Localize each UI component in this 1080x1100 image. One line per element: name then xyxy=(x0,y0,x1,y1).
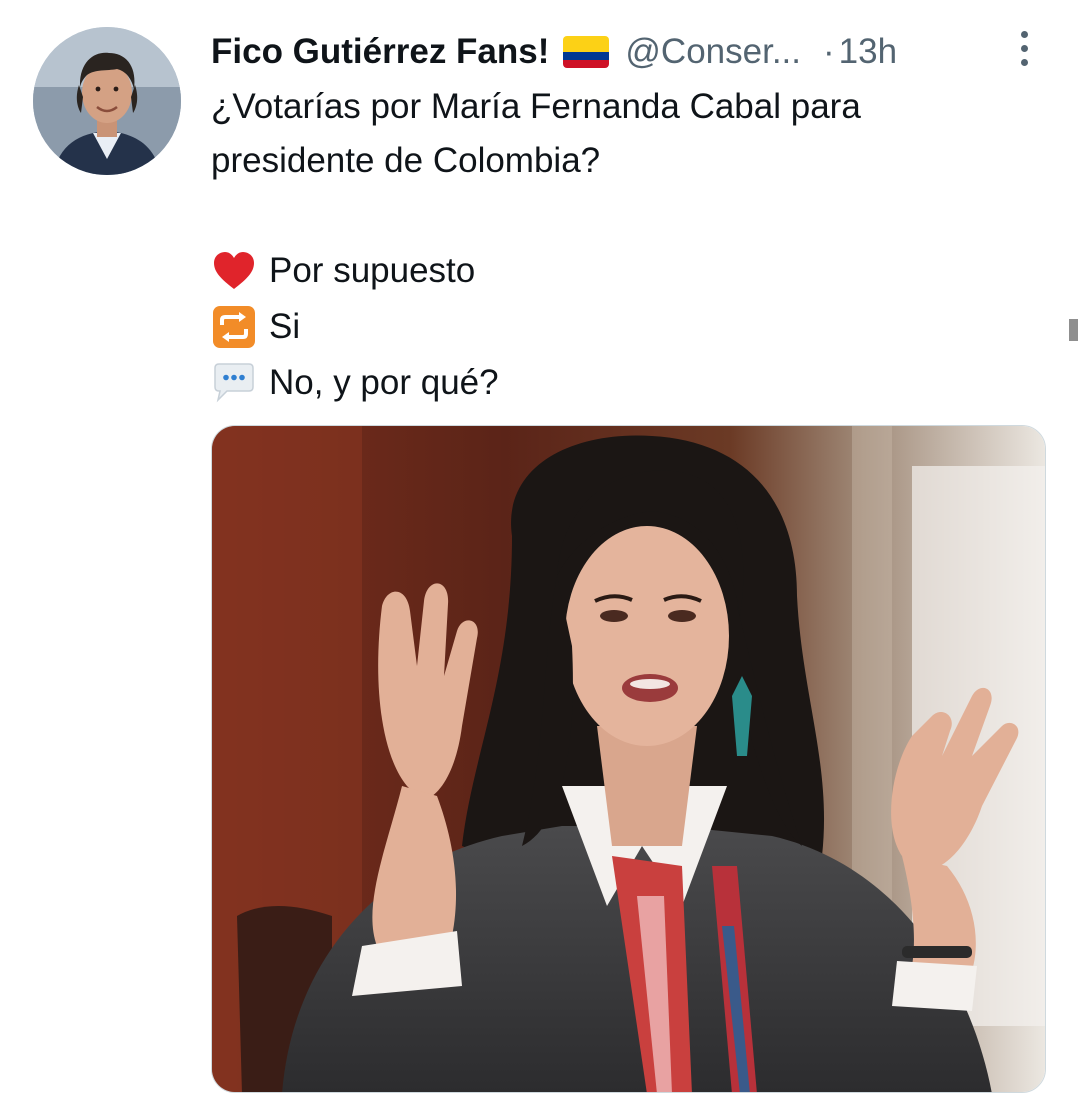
tweet-text-line: ¿Votarías por María Fernanda Cabal para xyxy=(211,87,861,126)
option-label: Si xyxy=(269,307,301,346)
option-speech: No, y por qué? xyxy=(211,358,499,408)
author-handle[interactable]: @Conser... xyxy=(625,32,801,72)
more-vertical-icon[interactable] xyxy=(1011,28,1039,70)
timestamp[interactable]: 13h xyxy=(839,32,897,72)
option-label: Por supuesto xyxy=(269,251,476,290)
scrollbar-thumb[interactable] xyxy=(1069,319,1078,341)
tweet-text-line: presidente de Colombia? xyxy=(211,141,601,180)
photo-image xyxy=(212,426,1045,1092)
option-label: No, y por qué? xyxy=(269,363,499,402)
separator-dot: · xyxy=(823,32,835,71)
tweet-photo[interactable] xyxy=(211,425,1046,1093)
colombia-flag-icon xyxy=(563,36,610,68)
option-repeat: Si xyxy=(211,302,300,352)
avatar-image xyxy=(33,27,181,175)
tweet[interactable]: Fico Gutiérrez Fans! @Conser... · 13h ¿V… xyxy=(0,0,1080,1100)
tweet-header: Fico Gutiérrez Fans! @Conser... · 13h xyxy=(211,28,1041,76)
speech-bubble-icon xyxy=(211,360,257,406)
option-heart: Por supuesto xyxy=(211,246,475,296)
avatar[interactable] xyxy=(33,27,181,175)
author-display-name[interactable]: Fico Gutiérrez Fans! xyxy=(211,32,549,72)
red-heart-icon xyxy=(211,248,257,294)
repeat-icon xyxy=(211,304,257,350)
tweet-text: ¿Votarías por María Fernanda Cabal para … xyxy=(211,80,1031,188)
